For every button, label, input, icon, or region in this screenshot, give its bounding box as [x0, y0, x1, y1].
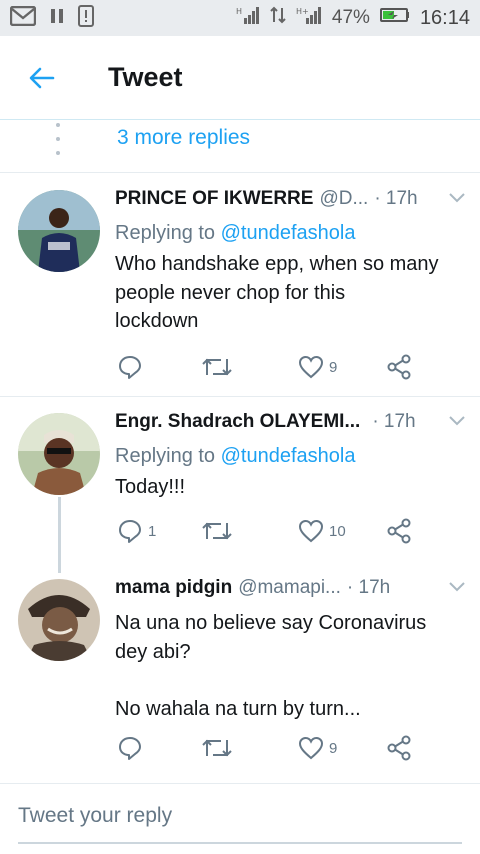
retweet-icon — [202, 522, 232, 540]
tweet-actions: 9 — [115, 351, 425, 383]
page-title: Tweet — [108, 62, 183, 92]
retweet-button[interactable] — [201, 732, 238, 764]
tweet-text: Today!!! — [115, 476, 186, 498]
share-button[interactable] — [386, 515, 412, 547]
tweet-item[interactable]: mama pidgin @mamapi... · 17h Na una no b… — [0, 565, 480, 777]
tweet-time: · 17h — [372, 411, 416, 432]
reply-input[interactable]: Tweet your reply — [18, 804, 462, 844]
chevron-down-icon[interactable] — [448, 191, 466, 209]
chevron-down-icon[interactable] — [448, 580, 466, 598]
signal-icon: H — [236, 6, 260, 30]
retweet-icon — [202, 358, 232, 376]
heart-icon — [298, 355, 324, 379]
like-count: 9 — [329, 739, 338, 757]
replying-to: Replying to @tundefashola — [115, 443, 466, 469]
gmail-icon — [9, 5, 37, 31]
replying-prefix: Replying to — [115, 222, 221, 244]
reply-icon — [119, 737, 141, 760]
share-button[interactable] — [386, 351, 412, 383]
tweet-time: · 17h — [346, 577, 391, 598]
svg-text:H: H — [236, 7, 242, 16]
alert-phone-icon — [78, 4, 94, 32]
retweet-button[interactable] — [201, 515, 238, 547]
tweet-text: Na una no believe say Coronavirus dey ab… — [115, 612, 427, 720]
data-transfer-icon — [270, 6, 286, 30]
mention-link[interactable]: @tundefashola — [221, 222, 356, 244]
avatar[interactable] — [18, 190, 100, 272]
tweet-time: · 17h — [374, 188, 418, 209]
pause-icon — [50, 8, 64, 29]
back-button[interactable] — [0, 36, 84, 120]
reply-icon — [119, 356, 141, 379]
share-button[interactable] — [386, 732, 412, 764]
share-icon — [387, 735, 411, 761]
heart-icon — [298, 519, 324, 543]
retweet-icon — [202, 739, 232, 757]
more-replies-row[interactable]: 3 more replies — [0, 121, 480, 173]
like-button[interactable]: 9 — [298, 732, 337, 764]
retweet-button[interactable] — [201, 351, 238, 383]
reply-button[interactable] — [117, 351, 148, 383]
reply-button[interactable]: 1 — [117, 515, 156, 547]
tweet-item[interactable]: Engr. Shadrach OLAYEMI... · 17h Replying… — [0, 397, 480, 573]
reply-icon — [119, 520, 141, 543]
heart-icon — [298, 736, 324, 760]
author-name[interactable]: PRINCE OF IKWERRE — [115, 188, 313, 210]
status-bar: H H+ 47% 16:14 — [0, 0, 480, 36]
tweet-actions: 9 — [115, 732, 425, 764]
signal-icon-2: H+ — [296, 6, 322, 30]
like-count: 9 — [329, 358, 338, 376]
author-handle[interactable]: @D... — [319, 188, 368, 210]
reply-composer: Tweet your reply — [0, 783, 480, 854]
reply-count: 1 — [148, 522, 157, 540]
more-replies-link[interactable]: 3 more replies — [117, 126, 250, 150]
like-button[interactable]: 10 — [298, 515, 346, 547]
clock: 16:14 — [419, 6, 470, 29]
mention-link[interactable]: @tundefashola — [221, 445, 356, 467]
tweet-text: Who handshake epp, when so many people n… — [115, 253, 439, 332]
replying-prefix: Replying to — [115, 445, 221, 467]
thread-dots-icon — [56, 121, 60, 157]
chevron-down-icon[interactable] — [448, 414, 466, 432]
replying-to: Replying to @tundefashola — [115, 220, 466, 246]
battery-icon — [379, 7, 410, 29]
like-button[interactable]: 9 — [298, 351, 337, 383]
share-icon — [387, 354, 411, 380]
author-name[interactable]: Engr. Shadrach OLAYEMI... — [115, 411, 360, 433]
reply-button[interactable] — [117, 732, 148, 764]
app-header: Tweet — [0, 36, 480, 120]
author-name[interactable]: mama pidgin — [115, 577, 232, 599]
tweet-item[interactable]: PRINCE OF IKWERRE @D... · 17h Replying t… — [0, 174, 480, 396]
svg-text:H+: H+ — [296, 7, 309, 16]
back-arrow-icon — [29, 67, 55, 88]
like-count: 10 — [329, 522, 346, 540]
battery-percent: 47% — [331, 7, 370, 28]
avatar[interactable] — [18, 579, 100, 661]
avatar[interactable] — [18, 413, 100, 495]
tweet-actions: 1 10 — [115, 515, 425, 547]
author-handle[interactable]: @mamapi... — [238, 577, 341, 599]
share-icon — [387, 518, 411, 544]
thread-line — [58, 497, 61, 573]
